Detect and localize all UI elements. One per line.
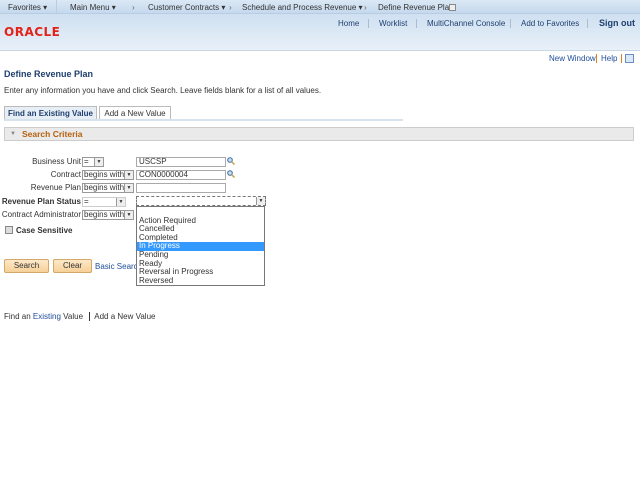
oracle-logo: ORACLE	[4, 25, 61, 39]
divider	[596, 54, 597, 63]
footer-existing-link[interactable]: Existing	[33, 312, 61, 321]
operator-value: begins with	[84, 183, 125, 192]
breadcrumb-main-menu[interactable]: Main Menu ▾	[70, 3, 116, 12]
page-title: Define Revenue Plan	[4, 69, 94, 79]
contract-operator[interactable]: begins with ▼	[82, 170, 134, 180]
breadcrumb-current: Define Revenue Plan	[378, 3, 454, 12]
case-sensitive-label: Case Sensitive	[16, 226, 73, 235]
breadcrumb-schedule-process[interactable]: Schedule and Process Revenue ▾	[242, 3, 363, 12]
contract-administrator-label: Contract Administrator	[1, 210, 81, 219]
new-window-link[interactable]: New Window	[549, 54, 596, 63]
footer-links: Find an Existing Value Add a New Value	[4, 312, 155, 322]
collapse-triangle-icon[interactable]: ▼	[10, 131, 16, 137]
contract-administrator-operator[interactable]: begins with ▼	[82, 210, 134, 220]
clear-button[interactable]: Clear	[53, 259, 92, 273]
operator-value: begins with	[84, 170, 125, 179]
search-button[interactable]: Search	[4, 259, 49, 273]
search-criteria-title: Search Criteria	[22, 129, 83, 139]
breadcrumb-favorites[interactable]: Favorites ▾	[8, 3, 47, 12]
divider	[510, 19, 511, 28]
footer-find-prefix: Find an	[4, 312, 33, 321]
dropdown-arrow-icon: ▼	[124, 211, 133, 219]
dropdown-option[interactable]: Reversed	[137, 276, 264, 286]
revenue-plan-status-select[interactable]: ▼	[136, 196, 266, 206]
dropdown-arrow-icon: ▼	[94, 158, 103, 166]
divider	[416, 19, 417, 28]
dropdown-arrow-icon: ▼	[124, 184, 133, 192]
business-unit-operator[interactable]: = ▼	[82, 157, 104, 167]
chevron-right-icon: ›	[229, 3, 232, 12]
revenue-plan-status-label: Revenue Plan Status	[1, 197, 81, 206]
status-dropdown-list: Action Required Cancelled Completed In P…	[136, 206, 265, 286]
operator-value: =	[84, 197, 89, 206]
contract-label: Contract	[50, 170, 81, 179]
footer-add-new-link[interactable]: Add a New Value	[94, 312, 155, 321]
search-icon[interactable]	[449, 4, 456, 11]
operator-value: =	[84, 157, 89, 166]
contract-input[interactable]: CON0000004	[136, 170, 226, 180]
dropdown-arrow-icon: ▼	[124, 171, 133, 179]
footer-find-suffix: Value	[60, 312, 84, 321]
nav-sign-out[interactable]: Sign out	[599, 18, 635, 28]
help-link[interactable]: Help	[601, 54, 617, 63]
tab-underline	[4, 119, 403, 121]
nav-add-to-favorites[interactable]: Add to Favorites	[521, 19, 579, 28]
nav-home[interactable]: Home	[338, 19, 359, 28]
tab-add-new-value[interactable]: Add a New Value	[99, 106, 171, 120]
lookup-icon[interactable]	[227, 157, 235, 165]
instructions: Enter any information you have and click…	[4, 86, 322, 95]
operator-value: begins with	[84, 210, 125, 219]
business-unit-input[interactable]: USCSP	[136, 157, 226, 167]
lookup-icon[interactable]	[227, 170, 235, 178]
search-criteria-header[interactable]: ▼ Search Criteria	[4, 127, 634, 141]
business-unit-label: Business Unit	[32, 157, 81, 166]
breadcrumb: Favorites ▾ Main Menu ▾ › Customer Contr…	[0, 0, 640, 14]
header: Home Worklist MultiChannel Console Add t…	[0, 14, 640, 51]
breadcrumb-customer-contracts[interactable]: Customer Contracts ▾	[148, 3, 225, 12]
nav-worklist[interactable]: Worklist	[379, 19, 407, 28]
divider	[56, 0, 57, 14]
revenue-plan-label: Revenue Plan	[30, 183, 81, 192]
revenue-plan-input[interactable]	[136, 183, 226, 193]
divider	[587, 19, 588, 28]
page-customize-icon[interactable]	[625, 54, 634, 63]
revenue-plan-operator[interactable]: begins with ▼	[82, 183, 134, 193]
revenue-plan-status-operator[interactable]: = ▼	[82, 197, 126, 207]
divider	[621, 54, 622, 63]
chevron-right-icon: ›	[132, 3, 135, 12]
chevron-right-icon: ›	[364, 3, 367, 12]
dropdown-arrow-icon: ▼	[256, 197, 265, 205]
divider	[368, 19, 369, 28]
tab-find-existing-value[interactable]: Find an Existing Value	[4, 106, 97, 120]
case-sensitive-checkbox[interactable]	[5, 226, 13, 234]
divider	[89, 312, 91, 322]
dropdown-arrow-icon: ▼	[116, 198, 125, 206]
nav-multichannel-console[interactable]: MultiChannel Console	[427, 19, 505, 28]
